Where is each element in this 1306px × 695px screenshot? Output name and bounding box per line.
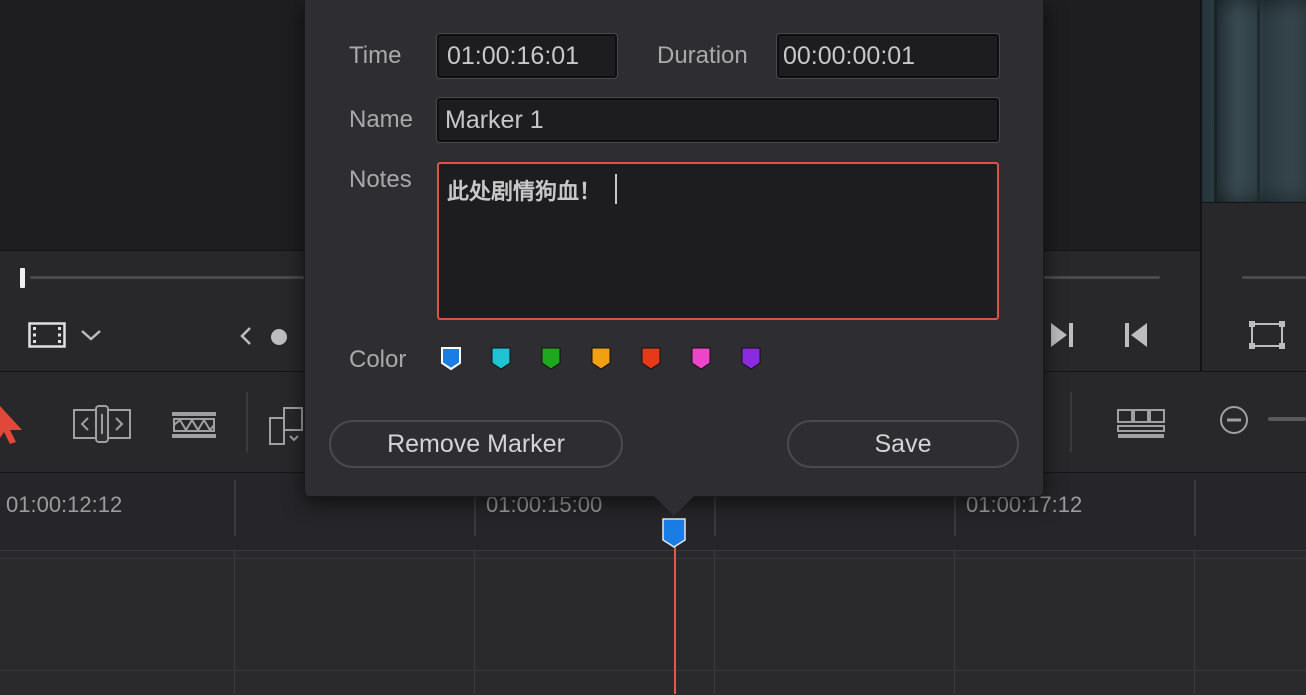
pointer-arrow-icon[interactable] <box>0 404 24 444</box>
chevron-left-icon[interactable] <box>238 325 254 347</box>
color-swatch-blue[interactable] <box>441 346 461 372</box>
save-button[interactable]: Save <box>787 420 1019 468</box>
grid-line <box>714 550 715 694</box>
timeline-scrub-bar[interactable] <box>1242 276 1306 279</box>
color-swatch-yellow[interactable] <box>591 346 611 372</box>
toolbar-separator <box>246 392 248 452</box>
duration-field[interactable]: 00:00:00:01 <box>777 34 999 78</box>
grid-line <box>954 550 955 694</box>
blade-tool-icon[interactable] <box>170 410 218 440</box>
grid-line <box>234 550 235 694</box>
skip-back-icon[interactable] <box>1122 320 1150 350</box>
trim-tool-icon[interactable] <box>72 404 132 444</box>
notes-text: 此处剧情狗血！ <box>447 180 602 205</box>
color-swatch-red[interactable] <box>641 346 661 372</box>
name-field[interactable]: Marker 1 <box>437 98 999 142</box>
track-divider <box>0 670 1306 671</box>
notes-field[interactable]: 此处剧情狗血！ <box>437 162 999 320</box>
color-label: Color <box>349 346 407 373</box>
grid-line <box>1194 550 1195 694</box>
timeline-tracks[interactable] <box>0 550 1306 695</box>
time-field[interactable]: 01:00:16:01 <box>437 34 617 78</box>
track-view-icon[interactable] <box>1116 408 1166 440</box>
duration-label: Duration <box>657 42 748 69</box>
scrub-playhead[interactable] <box>20 268 25 288</box>
color-swatch-cyan[interactable] <box>491 346 511 372</box>
clip-stack-icon[interactable] <box>268 404 304 448</box>
film-icon[interactable] <box>28 322 66 348</box>
zoom-slider-track[interactable] <box>1268 417 1306 421</box>
notes-label: Notes <box>349 166 412 193</box>
toolbar-separator <box>1070 392 1072 452</box>
viewer-frame-icon[interactable] <box>1248 320 1286 350</box>
timecode-label: 01:00:12:12 <box>6 492 123 517</box>
zoom-out-icon[interactable] <box>1218 404 1250 436</box>
popover-pointer <box>652 494 696 516</box>
remove-marker-button[interactable]: Remove Marker <box>329 420 623 468</box>
ruler-tick <box>234 480 236 536</box>
time-label: Time <box>349 42 402 69</box>
grid-line <box>474 550 475 694</box>
marker-dialog: Time 01:00:16:01 Duration 00:00:00:01 Na… <box>304 0 1044 497</box>
ruler-tick <box>1194 480 1196 536</box>
skip-forward-icon[interactable] <box>1048 320 1076 350</box>
timeline-viewer <box>1202 0 1306 202</box>
chevron-down-icon[interactable] <box>80 328 102 342</box>
color-swatch-purple[interactable] <box>741 346 761 372</box>
name-label: Name <box>349 106 414 133</box>
text-caret <box>615 174 618 204</box>
track-divider <box>0 558 1306 559</box>
timeline-marker[interactable] <box>662 518 686 548</box>
color-swatch-green[interactable] <box>541 346 561 372</box>
color-swatch-pink[interactable] <box>691 346 711 372</box>
dot-icon[interactable] <box>270 328 288 346</box>
